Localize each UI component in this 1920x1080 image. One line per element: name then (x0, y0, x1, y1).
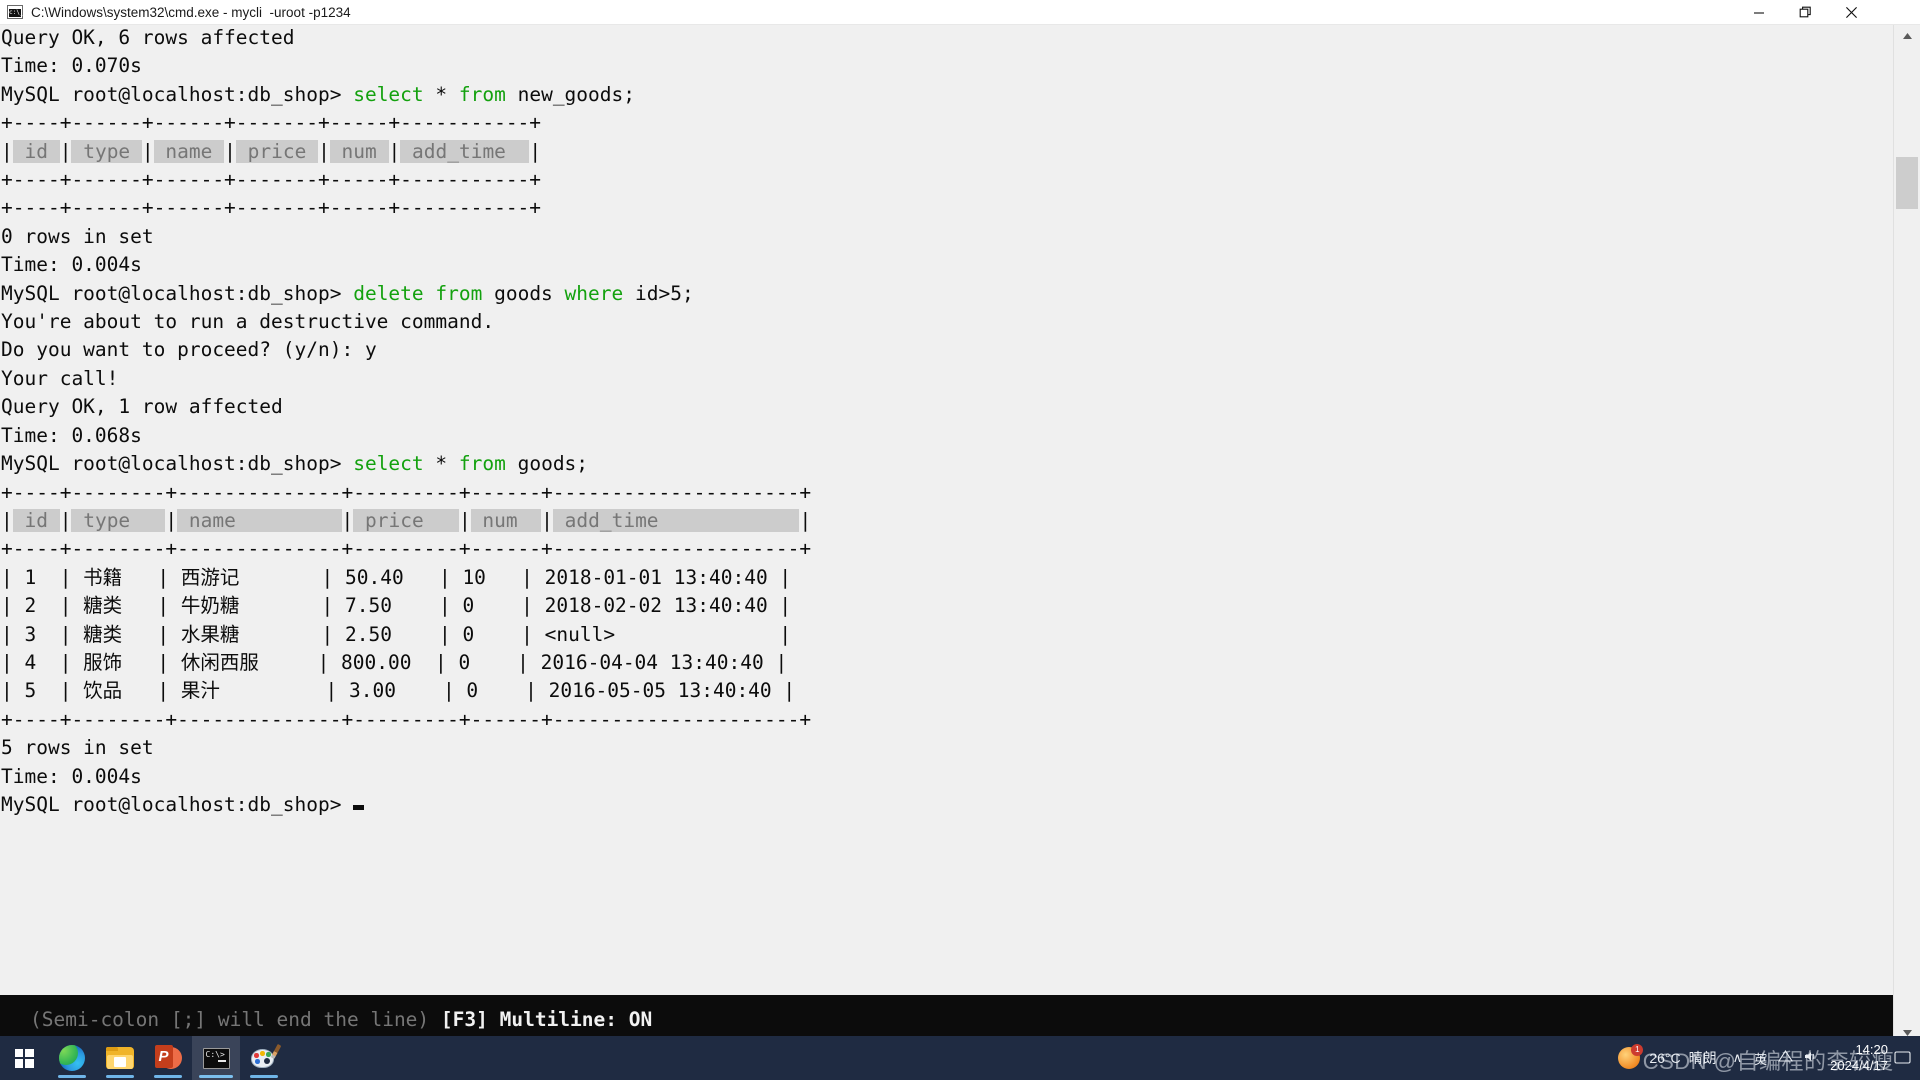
close-button[interactable] (1828, 0, 1874, 25)
maximize-button[interactable] (1782, 0, 1828, 25)
sun-icon: 1 (1618, 1044, 1644, 1069)
window-title-bar[interactable]: C:\Windows\system32\cmd.exe - mycli -uro… (0, 0, 1920, 25)
cmd-icon (7, 5, 23, 19)
taskbar-clock[interactable]: 14:20 2024/4/17 (1830, 1042, 1888, 1074)
terminal-scrollbar[interactable] (1893, 25, 1920, 1044)
network-icon[interactable] (1778, 1049, 1794, 1066)
taskbar-item-file-explorer[interactable] (96, 1036, 144, 1080)
close-icon (1845, 6, 1857, 19)
scrollbar-thumb[interactable] (1896, 157, 1918, 209)
terminal-output-area[interactable]: Query OK, 6 rows affected Time: 0.070s M… (0, 25, 1893, 995)
console-text: Query OK, 6 rows affected Time: 0.070s M… (1, 26, 812, 816)
chevron-up-icon[interactable]: ∧ (1733, 1050, 1743, 1066)
weather-widget[interactable]: 1 26°C 晴朗 (1618, 1044, 1717, 1069)
paint-icon (251, 1043, 282, 1070)
scroll-up-icon[interactable] (1894, 25, 1920, 47)
clock-date: 2024/4/17 (1830, 1058, 1888, 1073)
volume-icon[interactable] (1804, 1050, 1819, 1066)
windows-taskbar[interactable]: P 1 26°C 晴朗 ∧ 英 14:20 20 (0, 1036, 1920, 1080)
window-title: C:\Windows\system32\cmd.exe - mycli -uro… (31, 4, 351, 20)
taskbar-item-powerpoint[interactable]: P (144, 1036, 192, 1080)
weather-temperature: 26°C (1649, 1050, 1681, 1066)
minimize-icon (1754, 11, 1764, 14)
weather-description: 晴朗 (1688, 1050, 1717, 1066)
command-prompt-icon (202, 1047, 230, 1069)
minimize-button[interactable] (1736, 0, 1782, 25)
taskbar-item-edge[interactable] (48, 1036, 96, 1080)
status-multiline-toggle[interactable]: [F3] Multiline: ON (441, 1008, 652, 1031)
system-tray[interactable]: 1 26°C 晴朗 ∧ 英 14:20 2024/4/17 (1618, 1036, 1920, 1080)
weather-badge: 1 (1631, 1044, 1644, 1056)
restore-icon (1799, 6, 1811, 18)
taskbar-item-paint[interactable] (240, 1036, 288, 1080)
taskbar-item-command-prompt[interactable] (192, 1036, 240, 1080)
notification-icon[interactable] (1894, 1049, 1912, 1067)
windows-logo-icon (14, 1048, 34, 1068)
powerpoint-glyph: P (158, 1047, 169, 1065)
status-hint-text: (Semi-colon [;] will end the line) (30, 1008, 441, 1031)
powerpoint-icon: P (154, 1044, 182, 1072)
clock-time: 14:20 (1855, 1042, 1888, 1057)
folder-icon (106, 1047, 134, 1069)
ime-indicator[interactable]: 英 (1754, 1049, 1767, 1068)
edge-icon (59, 1045, 85, 1071)
start-button[interactable] (0, 1036, 48, 1080)
